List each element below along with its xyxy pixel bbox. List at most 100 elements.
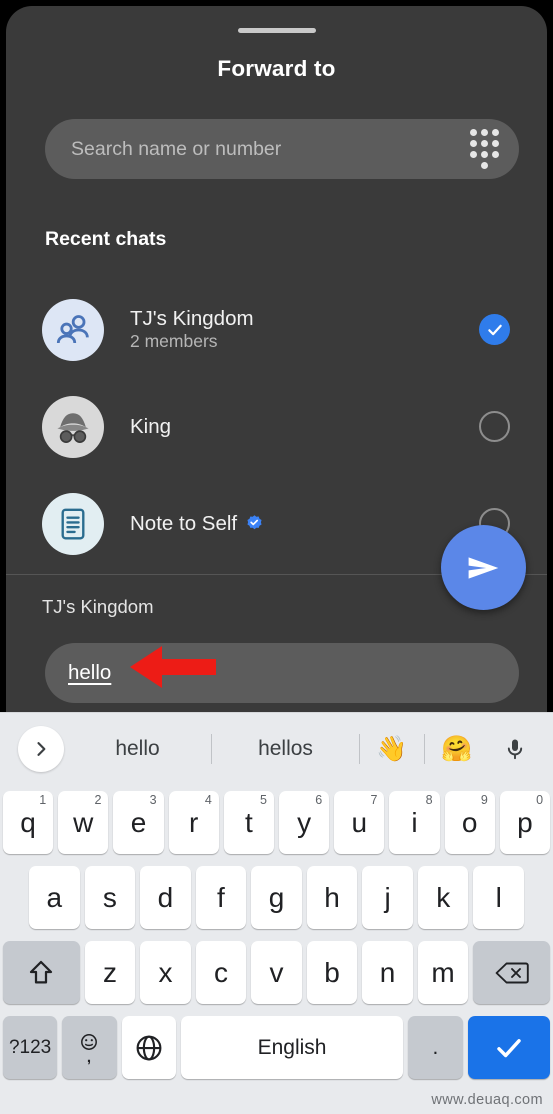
key-m[interactable]: m xyxy=(417,941,469,1004)
key-number: 1 xyxy=(39,793,47,807)
key-v[interactable]: v xyxy=(251,941,302,1004)
chat-info: Note to Self xyxy=(130,512,479,536)
incognito-face-icon xyxy=(42,395,104,458)
key-label: o xyxy=(461,806,478,838)
chat-info: TJ's Kingdom 2 members xyxy=(130,307,479,352)
compose-target-label: TJ's Kingdom xyxy=(42,596,154,617)
key-e[interactable]: 3 e xyxy=(113,791,164,854)
message-text[interactable]: hello xyxy=(45,661,111,685)
chat-subtitle: 2 members xyxy=(130,331,218,351)
key-o[interactable]: 9 o xyxy=(444,791,495,854)
svg-text:,: , xyxy=(87,1049,91,1066)
key-label: i xyxy=(411,806,418,838)
key-number: 2 xyxy=(94,793,102,807)
symbols-key[interactable]: ?123 xyxy=(3,1016,58,1079)
checkbox-unselected[interactable] xyxy=(479,411,510,442)
keyboard-row-2: a s d f g h j k l xyxy=(0,860,553,935)
note-document-icon xyxy=(42,492,104,555)
microphone-icon[interactable] xyxy=(489,735,541,763)
site-watermark: www.deuaq.com xyxy=(431,1092,543,1108)
key-label: y xyxy=(297,806,312,838)
message-input-box[interactable]: hello xyxy=(45,643,519,703)
key-p[interactable]: 0 p xyxy=(499,791,551,854)
key-g[interactable]: g xyxy=(251,866,302,929)
annotation-arrow-icon xyxy=(130,646,216,688)
globe-key[interactable] xyxy=(121,1016,176,1079)
chevron-right-icon[interactable] xyxy=(18,726,64,772)
search-bar[interactable] xyxy=(45,119,519,179)
chat-row-king[interactable]: King xyxy=(6,378,547,475)
page-title: Forward to xyxy=(217,56,336,81)
key-number: 9 xyxy=(480,793,488,807)
emoji-key[interactable]: , xyxy=(62,1016,117,1079)
enter-key[interactable] xyxy=(467,1016,551,1079)
key-number: 5 xyxy=(260,793,267,807)
chat-info: King xyxy=(130,415,479,439)
period-key[interactable]: . xyxy=(408,1016,463,1079)
key-z[interactable]: z xyxy=(84,941,136,1004)
sheet-drag-handle[interactable] xyxy=(237,28,316,33)
key-f[interactable]: f xyxy=(195,866,247,929)
key-label: e xyxy=(130,806,147,838)
key-a[interactable]: a xyxy=(28,866,80,929)
chat-name-text: Note to Self xyxy=(130,511,238,535)
backspace-key[interactable] xyxy=(473,941,550,1004)
key-number: 4 xyxy=(204,793,212,807)
key-number: 8 xyxy=(425,793,433,807)
dialpad-icon[interactable] xyxy=(461,126,507,172)
key-b[interactable]: b xyxy=(306,941,358,1004)
suggestion-bar: hello hellos 👋 🤗 xyxy=(0,713,553,785)
key-t[interactable]: 5 t xyxy=(223,791,274,854)
chat-name: TJ's Kingdom xyxy=(130,307,479,331)
keyboard-row-3: z x c v b n m xyxy=(0,935,553,1010)
emoji-suggestion-1[interactable]: 🤗 xyxy=(425,735,489,764)
key-n[interactable]: n xyxy=(362,941,413,1004)
chat-name: Note to Self xyxy=(130,512,479,536)
key-y[interactable]: 6 y xyxy=(279,791,330,854)
key-s[interactable]: s xyxy=(84,866,136,929)
search-input[interactable] xyxy=(45,137,461,161)
key-number: 7 xyxy=(370,793,378,807)
key-label: q xyxy=(20,806,36,838)
shift-key[interactable] xyxy=(3,941,80,1004)
key-label: p xyxy=(517,806,533,838)
send-paper-plane-icon xyxy=(468,556,498,579)
space-key[interactable]: English xyxy=(180,1016,404,1079)
key-h[interactable]: h xyxy=(306,866,358,929)
chat-name-text: King xyxy=(130,414,172,438)
key-label: t xyxy=(245,806,253,838)
key-r[interactable]: 4 r xyxy=(168,791,219,854)
chat-name-text: TJ's Kingdom xyxy=(130,307,254,330)
chat-name: King xyxy=(130,415,479,439)
key-u[interactable]: 7 u xyxy=(334,791,385,854)
recent-chats-heading: Recent chats xyxy=(45,228,167,250)
key-x[interactable]: x xyxy=(140,941,191,1004)
key-j[interactable]: j xyxy=(362,866,413,929)
group-people-icon xyxy=(42,298,104,361)
phone-screen: Forward to Recent chats xyxy=(0,0,553,1114)
shift-arrow-icon xyxy=(30,960,53,983)
key-i[interactable]: 8 i xyxy=(389,791,440,854)
send-button[interactable] xyxy=(441,525,526,610)
emoji-suggestion-0[interactable]: 👋 xyxy=(360,735,424,764)
key-number: 0 xyxy=(536,793,544,807)
emoji-smiley-icon: , xyxy=(81,1033,98,1066)
checkmark-icon xyxy=(497,1038,521,1057)
key-label: u xyxy=(351,806,368,838)
key-l[interactable]: l xyxy=(473,866,525,929)
keyboard-row-4: ?123 , English . xyxy=(0,1010,553,1085)
suggestion-1[interactable]: hellos xyxy=(212,737,359,761)
key-d[interactable]: d xyxy=(140,866,191,929)
key-number: 6 xyxy=(315,793,323,807)
checkbox-selected[interactable] xyxy=(479,314,510,345)
key-k[interactable]: k xyxy=(417,866,469,929)
key-number: 3 xyxy=(149,793,157,807)
key-w[interactable]: 2 w xyxy=(58,791,109,854)
key-label: r xyxy=(189,806,199,838)
key-c[interactable]: c xyxy=(195,941,247,1004)
globe-language-icon xyxy=(136,1035,162,1060)
suggestion-0[interactable]: hello xyxy=(64,737,211,761)
backspace-icon xyxy=(495,962,529,983)
chat-row-tjs-kingdom[interactable]: TJ's Kingdom 2 members xyxy=(6,281,547,378)
key-q[interactable]: 1 q xyxy=(2,791,54,854)
